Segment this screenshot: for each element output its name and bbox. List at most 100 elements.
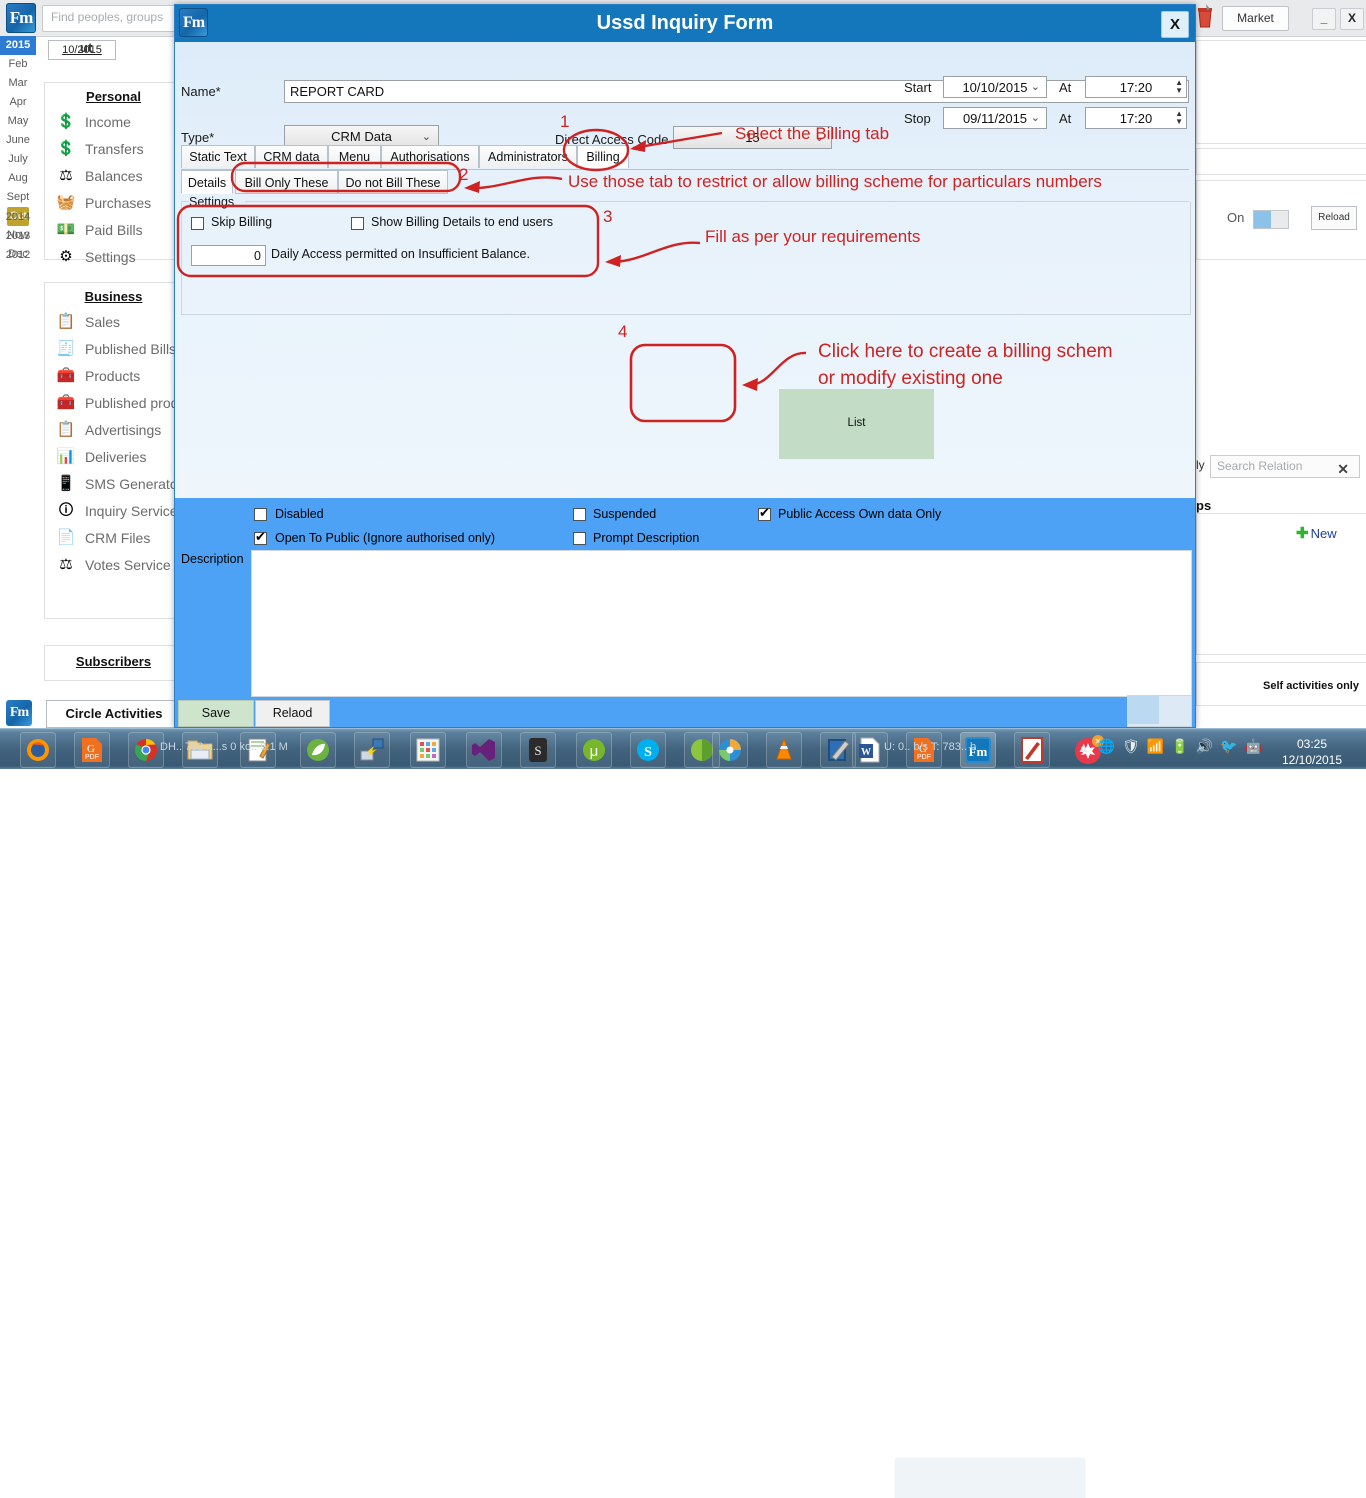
taskbar-item-paint-tool[interactable] <box>820 732 856 768</box>
reload-button[interactable]: Relaod <box>255 700 330 727</box>
sidebar-item-advertisings[interactable]: 📋 Advertisings <box>45 416 182 443</box>
sidebar-item-purchases[interactable]: 🧺 Purchases <box>45 189 182 216</box>
rail-month-apr[interactable]: Apr <box>0 93 36 112</box>
taskbar-item-word[interactable]: W <box>852 732 888 768</box>
taskbar-clock[interactable]: 03:25 12/10/2015 <box>1266 733 1358 768</box>
sidebar-item-published-products[interactable]: 🧰 Published products <box>45 389 204 416</box>
sidebar-item-settings[interactable]: ⚙ Settings <box>45 243 182 270</box>
clock-date: 12/10/2015 <box>1281 753 1343 767</box>
spinner-arrows-icon[interactable]: ▲ ▼ <box>1175 77 1183 97</box>
rail-month-sept[interactable]: Sept <box>0 188 36 207</box>
twitter-icon[interactable]: 🐦 <box>1220 738 1237 755</box>
taskbar-item-app-grid[interactable] <box>410 732 446 768</box>
start-date-picker[interactable]: 10/10/2015 ⌄ <box>943 76 1047 98</box>
rail-month-mar[interactable]: Mar <box>0 74 36 93</box>
name-input[interactable]: REPORT CARD <box>284 80 1189 103</box>
stop-time-spinner[interactable]: 17:20 ▲ ▼ <box>1085 107 1187 129</box>
disabled-checkbox[interactable] <box>254 508 267 521</box>
reload-button-right[interactable]: Reload <box>1311 206 1357 230</box>
spinner-arrows-icon[interactable]: ▲ ▼ <box>1175 108 1183 128</box>
sidebar-item-products[interactable]: 🧰 Products <box>45 362 182 389</box>
rail-month-july[interactable]: July <box>0 150 36 169</box>
taskbar-item-firefox[interactable] <box>20 732 56 768</box>
taskbar-item-vlc[interactable] <box>766 732 802 768</box>
minimize-button[interactable]: _ <box>1312 8 1336 30</box>
taskbar-item-spring-tool[interactable] <box>300 732 336 768</box>
dialog-close-button[interactable]: X <box>1161 11 1189 38</box>
taskbar-item-pdf-creator[interactable]: PDF G <box>74 732 110 768</box>
prompt-description-checkbox[interactable] <box>573 532 586 545</box>
start-date-value: 10/10/2015 <box>962 80 1028 95</box>
year-rail[interactable]: 2014 2013 2012 <box>0 208 36 265</box>
taskbar-item-download-manager[interactable] <box>712 732 748 768</box>
android-icon[interactable]: 🤖 <box>1245 738 1262 755</box>
market-button[interactable]: Market <box>1222 6 1289 31</box>
public-access-own-data-checkbox[interactable] <box>758 505 771 521</box>
taskbar-item-network-tool[interactable] <box>354 732 390 768</box>
sidebar-item-paid-bills[interactable]: 💵 Paid Bills <box>45 216 182 243</box>
save-button[interactable]: Save <box>178 700 254 727</box>
shield-icon[interactable]: 🛡 <box>1122 738 1140 755</box>
new-button[interactable]: ✚ New <box>1296 524 1337 542</box>
subtab-bill-only-these[interactable]: Bill Only These <box>235 170 338 194</box>
rail-year-2012[interactable]: 2012 <box>0 246 36 265</box>
tab-administrators[interactable]: Administrators <box>479 145 577 168</box>
month-rail[interactable]: 2015 Feb Mar Apr May June July Aug Sept … <box>0 36 36 260</box>
annotation-number-2: 2 <box>459 165 469 184</box>
sidebar-item-inquiry-services[interactable]: 🛈 Inquiry Services <box>45 497 184 524</box>
tab-crm-data[interactable]: CRM data <box>255 145 328 168</box>
rail-year[interactable]: 2015 <box>0 36 36 55</box>
daily-access-input[interactable]: 0 <box>191 245 266 266</box>
clear-icon[interactable]: ✕ <box>1331 458 1355 481</box>
taskbar-item-skype[interactable]: S <box>630 732 666 768</box>
start-time-spinner[interactable]: 17:20 ▲ ▼ <box>1085 76 1187 98</box>
tab-menu[interactable]: Menu <box>328 145 381 168</box>
rail-month-feb[interactable]: Feb <box>0 55 36 74</box>
subtab-do-not-bill-these[interactable]: Do not Bill These <box>338 170 448 194</box>
business-nav-card: Business 📋 Sales 🧾 Published Bills 🧰 Pro… <box>44 282 204 619</box>
sidebar-item-deliveries[interactable]: 📊 Deliveries <box>45 443 182 470</box>
show-billing-details-checkbox[interactable] <box>351 217 364 230</box>
sidebar-item-published-bills[interactable]: 🧾 Published Bills <box>45 335 182 362</box>
taskbar-item-visual-studio[interactable] <box>466 732 502 768</box>
subscribers-card[interactable]: Subscribers <box>44 645 183 681</box>
tab-static-text[interactable]: Static Text <box>181 145 255 168</box>
volume-icon[interactable]: 🔊 <box>1196 738 1213 755</box>
skip-billing-checkbox[interactable] <box>191 217 204 230</box>
taskbar-item-sublime-text[interactable]: S <box>520 732 556 768</box>
show-hidden-icons-icon[interactable]: ▲ <box>1077 739 1091 755</box>
globe-icon[interactable]: 🌐 <box>1098 738 1115 755</box>
image-editor-icon <box>1015 733 1049 767</box>
rail-year-2013[interactable]: 2013 <box>0 227 36 246</box>
suspended-checkbox[interactable] <box>573 508 586 521</box>
search-relation-input[interactable]: Search Relation ✕ <box>1210 455 1360 478</box>
search-input[interactable]: Find peoples, groups <box>42 5 182 32</box>
sidebar-item-sales[interactable]: 📋 Sales <box>45 308 182 335</box>
close-button[interactable]: X <box>1340 8 1364 30</box>
rail-month-june[interactable]: June <box>0 131 36 150</box>
sidebar-item-transfers[interactable]: 💲 Transfers <box>45 135 182 162</box>
rail-year-2014[interactable]: 2014 <box>0 208 36 227</box>
open-to-public-checkbox[interactable] <box>254 529 267 545</box>
on-toggle[interactable] <box>1253 210 1289 229</box>
sidebar-item-balances[interactable]: ⚖ Balances <box>45 162 182 189</box>
sidebar-item-income[interactable]: 💲 Income <box>45 108 182 135</box>
rail-month-may[interactable]: May <box>0 112 36 131</box>
sidebar-item-sms-generator[interactable]: 📱 SMS Generator <box>45 470 183 497</box>
tab-billing[interactable]: Billing <box>577 145 629 168</box>
signal-icon[interactable]: 📶 <box>1147 738 1164 755</box>
stop-date-picker[interactable]: 09/11/2015 ⌄ <box>943 107 1047 129</box>
description-textarea[interactable] <box>251 550 1192 697</box>
taskbar-popup-window[interactable] <box>894 1457 1086 1498</box>
rail-month-aug[interactable]: Aug <box>0 169 36 188</box>
circle-activities-button[interactable]: Circle Activities <box>46 700 182 728</box>
subtab-details[interactable]: Details <box>181 170 233 194</box>
sidebar-item-crm-files[interactable]: 📄 CRM Files <box>45 524 182 551</box>
taskbar-item-image-editor[interactable] <box>1014 732 1050 768</box>
battery-icon[interactable]: 🔋 <box>1171 738 1188 755</box>
taskbar-item-chrome[interactable] <box>128 732 164 768</box>
taskbar-item-utorrent[interactable]: μ <box>576 732 612 768</box>
resize-corner[interactable] <box>1127 695 1192 727</box>
trash-icon[interactable] <box>1196 4 1214 30</box>
sidebar-item-votes-service[interactable]: ⚖ Votes Service <box>45 551 182 578</box>
